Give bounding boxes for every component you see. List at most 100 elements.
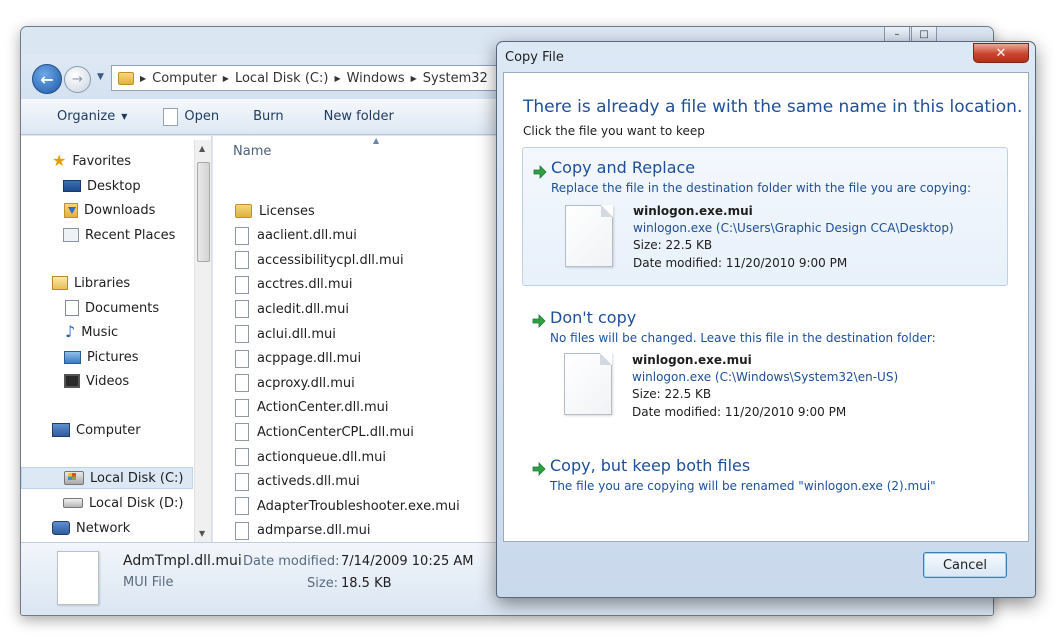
file-row[interactable]: activeds.dll.mui <box>235 471 505 493</box>
option-title: Don't copy <box>550 308 637 327</box>
caret-down-icon: ▼ <box>121 112 128 121</box>
new-folder-button[interactable]: New folder <box>316 99 402 134</box>
network-icon <box>52 521 70 535</box>
file-icon <box>235 325 249 343</box>
file-icon <box>235 497 249 516</box>
dialog-subheading: Click the file you want to keep <box>523 124 705 138</box>
nav-documents[interactable]: Documents <box>21 297 212 319</box>
nav-recent-places[interactable]: Recent Places <box>21 224 212 246</box>
nav-pictures[interactable]: Pictures <box>21 346 212 368</box>
file-name: acproxy.dll.mui <box>257 375 355 391</box>
burn-button[interactable]: Burn <box>245 99 292 134</box>
burn-label: Burn <box>253 109 284 124</box>
file-row[interactable]: acledit.dll.mui <box>235 298 505 320</box>
file-row[interactable]: acproxy.dll.mui <box>235 372 505 394</box>
file-icon <box>235 521 249 540</box>
green-arrow-icon <box>532 314 546 328</box>
nav-label: Libraries <box>74 275 131 291</box>
chevron-right-icon[interactable]: ▶ <box>411 74 417 83</box>
windows-drive-icon <box>64 471 84 485</box>
nav-label: Recent Places <box>85 227 176 243</box>
nav-downloads[interactable]: Downloads <box>21 199 212 221</box>
nav-label: Downloads <box>84 202 156 218</box>
libraries-icon <box>52 276 68 290</box>
file-name: accessibilitycpl.dll.mui <box>257 252 404 268</box>
nav-computer[interactable]: Computer <box>21 419 212 441</box>
file-name: aaclient.dll.mui <box>257 228 357 244</box>
chevron-right-icon[interactable]: ▶ <box>334 74 340 83</box>
file-name: activeds.dll.mui <box>257 474 360 490</box>
breadcrumb-windows[interactable]: Windows <box>347 71 405 86</box>
file-row[interactable]: acctres.dll.mui <box>235 274 505 296</box>
file-row[interactable]: AdapterTroubleshooter.exe.mui <box>235 495 505 517</box>
file-name: acctres.dll.mui <box>257 277 353 293</box>
dialog-title: Copy File <box>505 50 564 65</box>
file-icon <box>235 300 249 319</box>
file-row[interactable]: ActionCenterCPL.dll.mui <box>235 421 505 443</box>
breadcrumb-computer[interactable]: Computer <box>152 71 217 86</box>
back-arrow-icon[interactable]: ← <box>32 64 62 94</box>
organize-button[interactable]: Organize ▼ <box>49 99 135 134</box>
downloads-icon <box>64 202 78 218</box>
file-icon <box>235 398 249 417</box>
file-icon <box>235 448 249 466</box>
nav-desktop[interactable]: Desktop <box>21 175 212 197</box>
nav-music[interactable]: ♪ Music <box>21 321 212 343</box>
file-row[interactable]: ActionCenter.dll.mui <box>235 397 505 419</box>
folder-row[interactable]: Licenses <box>235 200 505 222</box>
details-date-label: Date modified: <box>243 554 340 569</box>
navigation-scrollbar[interactable]: ▲ ▼ <box>194 140 211 542</box>
file-icon <box>235 374 249 393</box>
close-icon[interactable]: ✕ <box>973 43 1029 63</box>
file-name: Licenses <box>259 203 315 219</box>
details-size-label: Size: <box>307 576 339 591</box>
file-name: actionqueue.dll.mui <box>257 449 386 465</box>
history-dropdown-icon[interactable]: ▼ <box>97 72 104 82</box>
copy-keep-both-option[interactable]: Copy, but keep both files The file you a… <box>522 447 1008 503</box>
navigation-pane: ★ Favorites Desktop Downloads Recent Pla… <box>21 136 212 542</box>
forward-arrow-icon[interactable]: → <box>64 66 91 93</box>
file-row[interactable]: aaclient.dll.mui <box>235 225 505 247</box>
option-description: Replace the file in the destination fold… <box>551 181 972 195</box>
dont-copy-option[interactable]: Don't copy No files will be changed. Lea… <box>522 299 1008 431</box>
breadcrumb[interactable]: ▶ Computer ▶ Local Disk (C:) ▶ Windows ▶… <box>111 65 531 91</box>
nav-network[interactable]: Network <box>21 517 212 539</box>
option-file-size: Size: 22.5 KB <box>632 387 712 401</box>
option-file-size: Size: 22.5 KB <box>633 238 713 252</box>
file-row[interactable]: acppage.dll.mui <box>235 348 505 370</box>
option-file-name: winlogon.exe.mui <box>632 353 752 367</box>
scroll-down-icon[interactable]: ▼ <box>199 529 205 538</box>
cancel-button[interactable]: Cancel <box>923 552 1007 578</box>
file-row[interactable]: admparse.dll.mui <box>235 520 505 542</box>
chevron-right-icon[interactable]: ▶ <box>140 74 146 83</box>
nav-favorites[interactable]: ★ Favorites <box>21 150 212 172</box>
file-row[interactable]: accessibilitycpl.dll.mui <box>235 249 505 271</box>
nav-label: Computer <box>76 422 141 438</box>
nav-label: Videos <box>86 373 130 389</box>
drive-icon <box>63 498 83 508</box>
nav-local-disk-c[interactable]: Local Disk (C:) <box>21 467 193 489</box>
option-title: Copy, but keep both files <box>550 456 751 475</box>
file-name: aclui.dll.mui <box>257 326 336 342</box>
nav-videos[interactable]: Videos <box>21 370 212 392</box>
file-row[interactable]: actionqueue.dll.mui <box>235 446 505 468</box>
option-file-name: winlogon.exe.mui <box>633 204 753 218</box>
column-header-name[interactable]: Name <box>233 144 271 159</box>
file-icon <box>565 205 613 267</box>
nav-libraries[interactable]: Libraries <box>21 272 212 294</box>
open-button[interactable]: Open <box>155 99 227 134</box>
nav-local-disk-d[interactable]: Local Disk (D:) <box>21 492 212 514</box>
breadcrumb-system32[interactable]: System32 <box>423 71 488 86</box>
option-file-date: Date modified: 11/20/2010 9:00 PM <box>632 405 847 419</box>
nav-label: Desktop <box>87 178 141 194</box>
music-note-icon: ♪ <box>65 322 76 341</box>
chevron-right-icon[interactable]: ▶ <box>223 74 229 83</box>
breadcrumb-local-disk[interactable]: Local Disk (C:) <box>235 71 328 86</box>
file-name: acledit.dll.mui <box>257 301 349 317</box>
pictures-icon <box>64 350 81 364</box>
copy-and-replace-option[interactable]: Copy and Replace Replace the file in the… <box>522 147 1008 286</box>
nav-label: Documents <box>85 300 160 316</box>
scroll-up-icon[interactable]: ▲ <box>199 144 205 153</box>
file-row[interactable]: aclui.dll.mui <box>235 323 505 345</box>
scrollbar-thumb[interactable] <box>197 162 210 262</box>
